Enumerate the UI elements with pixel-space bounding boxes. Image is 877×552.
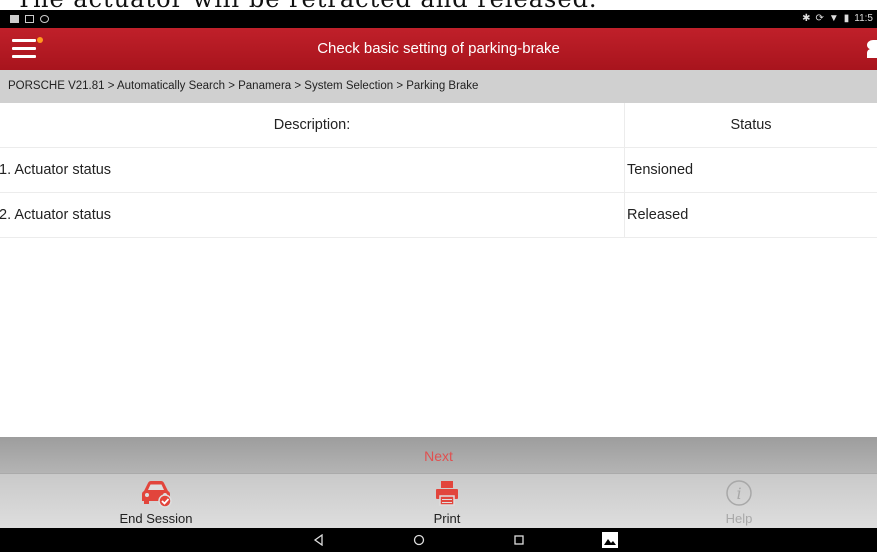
page-title: Check basic setting of parking-brake [317, 40, 560, 57]
row-description: 1. Actuator status [0, 148, 624, 192]
notification-icon [10, 15, 19, 23]
column-header-description: Description: [273, 117, 351, 133]
user-icon[interactable] [865, 40, 877, 58]
row-status: Tensioned [624, 148, 877, 192]
row-description-text: 2. Actuator status [0, 207, 112, 223]
cast-icon [25, 15, 34, 23]
status-table: Description: Status 1. Actuator status T… [0, 103, 877, 238]
end-session-button[interactable]: End Session [76, 474, 236, 529]
svg-text:i: i [736, 484, 741, 503]
title-bar: Check basic setting of parking-brake [0, 28, 877, 70]
android-nav-bar [0, 528, 877, 552]
car-check-icon [142, 481, 172, 508]
status-bar: ✱ ⟳ ▼ ▮ 11:5 [0, 10, 877, 28]
battery-icon: ▮ [843, 13, 850, 24]
breadcrumb: PORSCHE V21.81 > Automatically Search > … [0, 70, 877, 103]
print-label: Print [433, 511, 461, 526]
sync-icon: ⟳ [815, 13, 824, 24]
wifi-icon: ▼ [828, 13, 839, 24]
print-button[interactable]: Print [367, 474, 527, 529]
row-status: Released [624, 193, 877, 237]
usb-icon [40, 15, 49, 23]
row-description-text: 1. Actuator status [0, 162, 112, 178]
help-button[interactable]: i Help [659, 474, 819, 529]
home-icon[interactable] [405, 528, 433, 552]
row-description: 2. Actuator status [0, 193, 624, 237]
end-session-label: End Session [119, 511, 193, 526]
table-row: 1. Actuator status Tensioned [0, 148, 877, 193]
recents-icon[interactable] [505, 528, 533, 552]
bluetooth-icon: ✱ [802, 13, 811, 24]
back-icon[interactable] [305, 528, 333, 552]
printer-icon [436, 481, 458, 506]
bottom-toolbar: End Session Print i Help [0, 473, 877, 528]
screenshot-icon[interactable] [596, 528, 624, 552]
table-row: 2. Actuator status Released [0, 193, 877, 238]
next-button[interactable]: Next [0, 437, 877, 473]
help-label: Help [725, 511, 753, 526]
info-icon: i [726, 480, 752, 506]
table-header-row: Description: Status [0, 103, 877, 148]
column-header-status: Status [624, 103, 877, 147]
cropped-caption-text: The actuator will be retracted and relea… [0, 0, 877, 10]
clock: 11:5 [854, 13, 873, 24]
